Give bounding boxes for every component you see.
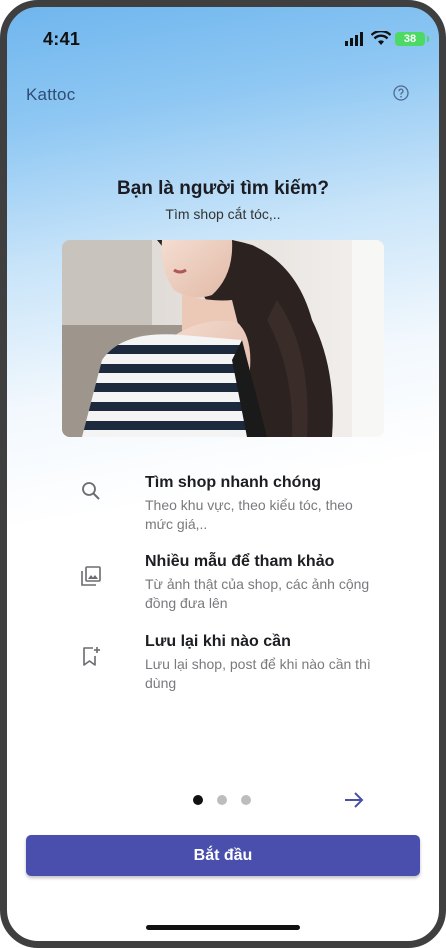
feature-description: Theo khu vực, theo kiểu tóc, theo mức gi… (145, 497, 353, 532)
bookmark-add-icon (83, 647, 100, 666)
page-dot[interactable] (241, 795, 251, 805)
wifi-icon (371, 31, 391, 45)
page-subtitle: Tìm shop cắt tóc,.. (165, 206, 281, 222)
hero-photo (62, 240, 384, 437)
page-dot[interactable] (217, 795, 227, 805)
status-bar: 4:41 38 (7, 7, 439, 59)
help-circle-icon[interactable] (393, 85, 409, 101)
page-title: Bạn là người tìm kiếm? (116, 178, 330, 199)
feature-title: Lưu lại khi nào cần (145, 633, 291, 650)
status-time: 4:41 (43, 29, 81, 49)
cellular-signal-icon (345, 32, 363, 46)
gallery-icon (81, 566, 101, 586)
battery-indicator: 38 (395, 32, 429, 46)
feature-description: Lưu lại shop, post để khi nào cần thì dù… (145, 656, 371, 691)
arrow-right-icon[interactable] (343, 790, 365, 810)
feature-title: Nhiều mẫu để tham khảo (145, 553, 335, 570)
start-button[interactable]: Bắt đầu (26, 835, 420, 876)
app-screen: 4:41 38 Kattoc Bạn là người tìm kiếm? Tì… (0, 0, 446, 948)
search-icon (82, 482, 100, 500)
brand-name: Kattoc (26, 85, 76, 104)
feature-description: Từ ảnh thật của shop, các ảnh cộng đồng … (145, 576, 370, 611)
page-dot-active[interactable] (193, 795, 203, 805)
home-indicator[interactable] (146, 925, 300, 930)
feature-title: Tìm shop nhanh chóng (145, 474, 321, 491)
